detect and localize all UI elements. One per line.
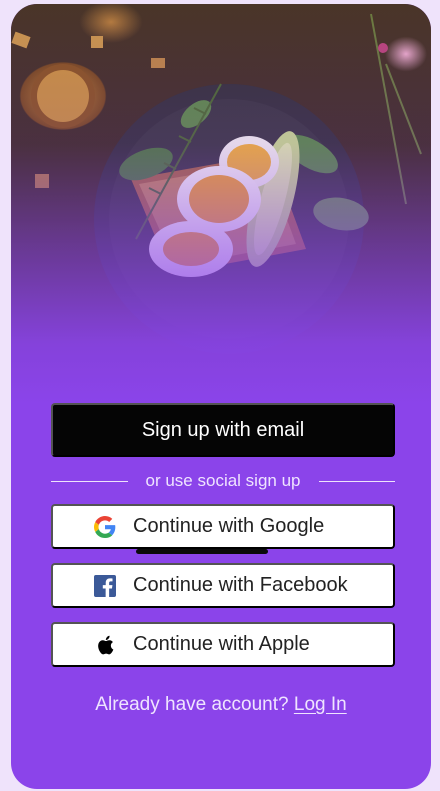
home-indicator xyxy=(136,549,268,554)
google-icon xyxy=(93,515,117,539)
continue-google-button[interactable]: Continue with Google xyxy=(51,504,395,549)
divider-line-right xyxy=(318,480,396,482)
continue-facebook-button[interactable]: Continue with Facebook xyxy=(51,563,395,608)
login-prompt: Already have account? Log In xyxy=(11,694,431,716)
signup-screen: Sign up with email or use social sign up… xyxy=(11,4,431,789)
continue-apple-button[interactable]: Continue with Apple xyxy=(51,622,395,667)
hero-image xyxy=(11,4,431,404)
continue-apple-label: Continue with Apple xyxy=(133,633,310,655)
continue-google-label: Continue with Google xyxy=(133,515,325,537)
divider-line-left xyxy=(51,480,128,482)
social-divider: or use social sign up xyxy=(51,470,396,492)
continue-facebook-label: Continue with Facebook xyxy=(133,574,348,596)
login-prompt-text: Already have account? xyxy=(95,694,289,715)
signup-email-label: Sign up with email xyxy=(141,418,305,441)
apple-icon xyxy=(93,633,117,657)
login-link[interactable]: Log In xyxy=(294,694,347,715)
hero-gradient-overlay xyxy=(11,4,431,404)
divider-text: or use social sign up xyxy=(145,471,301,490)
signup-email-button[interactable]: Sign up with email xyxy=(51,403,395,457)
facebook-icon xyxy=(93,574,117,598)
